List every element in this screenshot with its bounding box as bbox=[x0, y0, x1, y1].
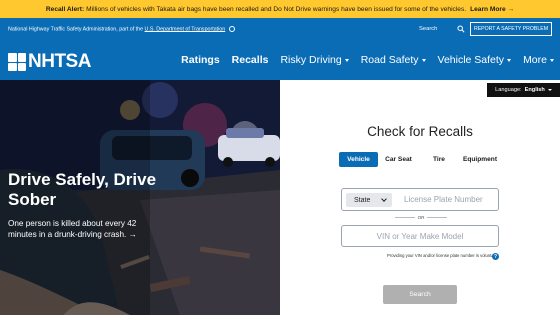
main-nav: Ratings Recalls Risky Driving Road Safet… bbox=[181, 54, 554, 66]
state-select-value: State bbox=[354, 196, 371, 204]
agency-line: National Highway Traffic Safety Administ… bbox=[8, 26, 235, 32]
vin-input[interactable]: VIN or Year Make Model bbox=[341, 225, 499, 247]
license-plate-field: State License Plate Number bbox=[341, 188, 499, 211]
license-plate-input[interactable]: License Plate Number bbox=[404, 195, 483, 204]
chevron-down-icon bbox=[344, 58, 349, 62]
tab-vehicle[interactable]: Vehicle bbox=[339, 152, 378, 167]
recall-form-title: Check for Recalls bbox=[367, 124, 473, 139]
tab-tire[interactable]: Tire bbox=[419, 152, 459, 167]
report-safety-problem-button[interactable]: REPORT A SAFETY PROBLEM bbox=[470, 22, 552, 36]
hero-subtitle-link[interactable]: One person is killed about every 42 minu… bbox=[8, 218, 140, 240]
nav-label: Risky Driving bbox=[280, 54, 342, 66]
nav-label: Road Safety bbox=[360, 54, 419, 66]
state-select[interactable]: State bbox=[346, 193, 392, 207]
chevron-down-icon bbox=[507, 58, 512, 62]
nav-label: Ratings bbox=[181, 54, 220, 66]
chevron-down-icon bbox=[550, 58, 554, 62]
globe-icon bbox=[228, 26, 235, 32]
alert-message: Millions of vehicles with Takata air bag… bbox=[86, 5, 467, 13]
help-icon[interactable]: ? bbox=[492, 253, 499, 260]
or-divider: OR bbox=[395, 215, 448, 220]
nav-item-risky-driving[interactable]: Risky Driving bbox=[280, 54, 349, 66]
nav-item-road-safety[interactable]: Road Safety bbox=[361, 54, 426, 66]
nav-item-more[interactable]: More bbox=[523, 54, 554, 66]
language-value: English bbox=[524, 87, 545, 93]
nav-label: Recalls bbox=[231, 54, 269, 66]
hero-banner[interactable]: Drive Safely, Drive Sober One person is … bbox=[0, 80, 280, 315]
tab-equipment[interactable]: Equipment bbox=[459, 152, 501, 167]
alert-learn-more-link[interactable]: Learn More → bbox=[470, 6, 514, 13]
logo-text: NHTSA bbox=[28, 51, 91, 72]
nav-label: More bbox=[523, 54, 547, 66]
agency-prefix: National Highway Traffic Safety Administ… bbox=[8, 26, 145, 33]
search-icon[interactable] bbox=[457, 25, 465, 33]
search-link[interactable]: Search bbox=[419, 26, 437, 32]
dot-link[interactable]: U.S. Department of Transportation bbox=[145, 26, 226, 32]
hero-title: Drive Safely, Drive Sober bbox=[8, 170, 157, 209]
language-label: Language: bbox=[495, 87, 522, 93]
recall-search-button[interactable]: Search bbox=[383, 285, 457, 304]
chevron-down-icon bbox=[421, 58, 426, 62]
tab-car-seat[interactable]: Car Seat bbox=[378, 152, 419, 167]
or-text: OR bbox=[417, 215, 425, 220]
nav-item-recalls[interactable]: Recalls bbox=[232, 54, 269, 66]
nhtsa-logo[interactable]: NHTSA bbox=[8, 51, 91, 73]
nav-item-ratings[interactable]: Ratings bbox=[181, 54, 220, 66]
logo-mark-icon bbox=[8, 53, 26, 71]
voluntary-note: Providing your VIN and/or license plate … bbox=[387, 253, 498, 258]
recall-alert-banner: Recall Alert: Millions of vehicles with … bbox=[0, 0, 560, 18]
alert-label: Recall Alert: bbox=[45, 5, 85, 13]
chevron-down-icon bbox=[547, 89, 552, 91]
nav-label: Vehicle Safety bbox=[437, 54, 505, 66]
language-selector[interactable]: Language: English bbox=[487, 83, 560, 97]
nav-item-vehicle-safety[interactable]: Vehicle Safety bbox=[438, 54, 512, 66]
site-header: National Highway Traffic Safety Administ… bbox=[0, 18, 560, 80]
recall-type-tabs: Vehicle Car Seat Tire Equipment bbox=[339, 152, 501, 167]
chevron-down-icon bbox=[381, 196, 387, 202]
